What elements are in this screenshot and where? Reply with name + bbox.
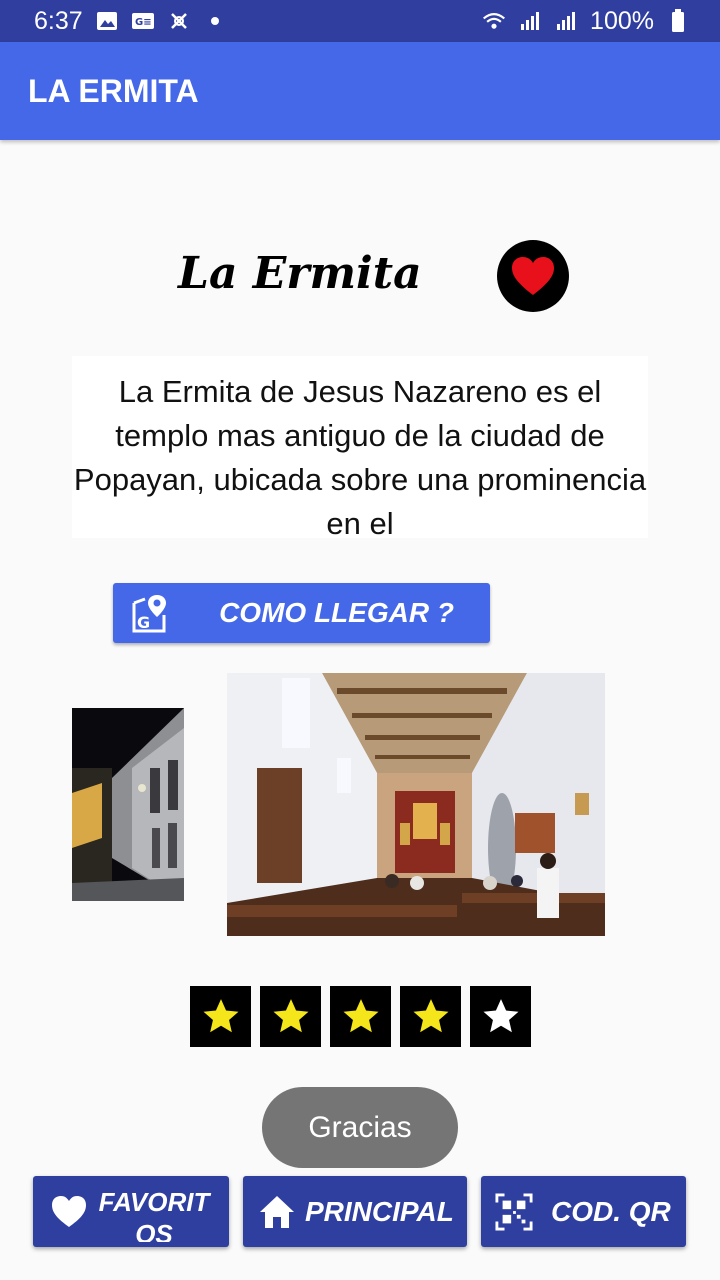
star-icon <box>203 998 238 1032</box>
church-interior-illustration <box>227 673 605 936</box>
favorites-button[interactable]: FAVORITOS <box>33 1176 229 1247</box>
rating-star-4[interactable] <box>400 986 461 1047</box>
app-bar-title: LA ERMITA <box>28 72 199 109</box>
status-bar: 6:37 G≡ 100% <box>0 0 720 42</box>
news-icon: G≡ <box>131 9 155 33</box>
wifi-icon <box>482 9 506 33</box>
place-description: La Ermita de Jesus Nazareno es el templo… <box>72 356 648 538</box>
app-bar: LA ERMITA <box>0 42 720 140</box>
street-night-illustration <box>72 708 184 901</box>
heart-icon <box>52 1196 86 1227</box>
battery-level: 100% <box>590 6 654 35</box>
dot-icon <box>203 9 227 33</box>
how-to-get-button[interactable]: G COMO LLEGAR ? <box>113 583 490 643</box>
status-right: 100% <box>482 7 690 36</box>
church-interior-photo[interactable] <box>227 673 605 936</box>
rating-star-3[interactable] <box>330 986 391 1047</box>
favorite-toggle[interactable] <box>497 240 569 312</box>
status-left: 6:37 G≡ <box>34 7 227 36</box>
star-icon <box>273 998 308 1032</box>
heart-icon <box>512 257 554 295</box>
toast-message: Gracias <box>262 1087 458 1168</box>
battery-icon <box>666 9 690 33</box>
svg-text:G: G <box>137 613 150 632</box>
how-to-get-label: COMO LLEGAR ? <box>219 597 454 628</box>
rating-star-2[interactable] <box>260 986 321 1047</box>
rating-bar[interactable] <box>190 986 531 1047</box>
google-maps-icon: G <box>132 595 166 633</box>
qr-code-button[interactable]: COD. QR <box>481 1176 686 1247</box>
qr-code-label: COD. QR <box>551 1196 671 1227</box>
rating-star-5[interactable] <box>470 986 531 1047</box>
signal-icon <box>518 9 542 33</box>
image-icon <box>95 9 119 33</box>
sync-off-icon <box>167 9 191 33</box>
rating-star-1[interactable] <box>190 986 251 1047</box>
star-icon <box>413 998 448 1032</box>
qr-code-icon <box>495 1193 533 1231</box>
home-icon <box>260 1196 294 1228</box>
home-label: PRINCIPAL <box>305 1196 454 1227</box>
place-title: La Ermita <box>178 248 422 299</box>
svg-text:G≡: G≡ <box>135 17 152 28</box>
status-time: 6:37 <box>34 6 83 35</box>
signal-icon <box>554 9 578 33</box>
star-icon <box>483 998 518 1032</box>
street-night-photo[interactable] <box>72 708 184 901</box>
star-icon <box>343 998 378 1032</box>
favorites-label: FAVORITOS <box>98 1187 210 1242</box>
home-button[interactable]: PRINCIPAL <box>243 1176 467 1247</box>
